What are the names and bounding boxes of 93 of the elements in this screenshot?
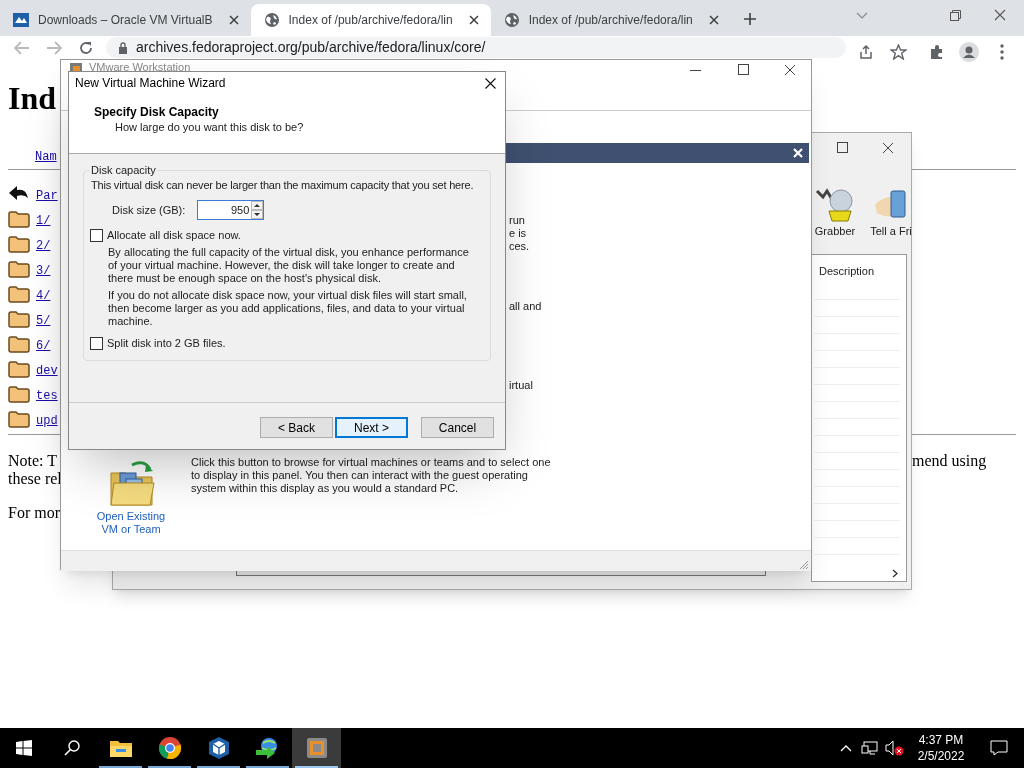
column-header-link[interactable]: Nam bbox=[35, 148, 57, 166]
panel-text: ces. bbox=[509, 240, 530, 253]
tab-title: Index of /pub/archive/fedora/lin bbox=[288, 12, 453, 29]
dialog-button[interactable]: Next > bbox=[335, 417, 408, 438]
panel-text: irtual bbox=[509, 379, 533, 392]
toolbar-label[interactable]: Grabber bbox=[814, 223, 856, 240]
new-tab-icon[interactable] bbox=[742, 12, 757, 26]
clock-date: 2/5/2022 bbox=[917, 748, 965, 764]
column-header[interactable]: Description bbox=[819, 263, 875, 280]
maximize-icon[interactable] bbox=[837, 142, 848, 153]
folder-icon bbox=[8, 234, 30, 254]
folder-icon bbox=[8, 334, 30, 354]
page-heading: Ind bbox=[8, 80, 57, 116]
chrome-icon bbox=[157, 736, 182, 760]
directory-link[interactable]: 1/ bbox=[36, 213, 51, 229]
folder-icon bbox=[8, 259, 30, 279]
taskbar-app[interactable] bbox=[292, 728, 341, 768]
close-icon[interactable] bbox=[708, 15, 719, 25]
browser-tab[interactable]: Downloads – Oracle VM VirtualB bbox=[0, 4, 251, 36]
close-icon[interactable] bbox=[468, 15, 479, 25]
dialog-title: New Virtual Machine Wizard bbox=[75, 75, 226, 92]
checkbox-label[interactable]: Split disk into 2 GB files. bbox=[107, 337, 226, 350]
directory-link[interactable]: tes bbox=[36, 388, 58, 404]
dialog-button[interactable]: < Back bbox=[260, 417, 333, 438]
folder-icon bbox=[8, 209, 30, 229]
folder-icon bbox=[8, 284, 30, 304]
close-icon[interactable] bbox=[228, 15, 239, 25]
menu-icon[interactable] bbox=[1000, 44, 1004, 60]
reload-icon[interactable] bbox=[78, 40, 94, 56]
folder-icon bbox=[8, 359, 30, 379]
note-text: Note: T bbox=[8, 452, 59, 470]
directory-link[interactable]: 6/ bbox=[36, 338, 51, 354]
checkbox[interactable] bbox=[90, 229, 103, 242]
open-existing-link[interactable]: Open Existing VM or Team bbox=[91, 510, 171, 536]
intro-text: This virtual disk can never be larger than the maximum capacity that you set here. bbox=[91, 179, 475, 192]
close-icon[interactable] bbox=[485, 77, 496, 89]
cube-icon bbox=[206, 736, 231, 760]
directory-link[interactable]: 3/ bbox=[36, 263, 51, 279]
dialog-subheading: How large do you want this disk to be? bbox=[114, 120, 305, 135]
browser-tab[interactable]: Index of /pub/archive/fedora/lin bbox=[490, 4, 731, 36]
browser-tab[interactable]: Index of /pub/archive/fedora/lin bbox=[250, 4, 491, 36]
directory-link[interactable]: 2/ bbox=[36, 238, 51, 254]
close-icon[interactable] bbox=[882, 142, 894, 154]
maximize-icon[interactable] bbox=[738, 64, 749, 75]
vmware-icon bbox=[304, 736, 329, 760]
resize-grip-icon[interactable] bbox=[799, 560, 809, 570]
checkbox-label[interactable]: Allocate all disk space now. bbox=[107, 229, 241, 242]
toolbar-label[interactable]: Tell a Fri bbox=[870, 223, 912, 240]
globe-icon bbox=[502, 11, 521, 29]
note-text: these rel bbox=[8, 470, 62, 488]
field-label: Disk size (GB): bbox=[112, 203, 186, 217]
clock[interactable]: 4:37 PM 2/5/2022 bbox=[908, 728, 974, 768]
directory-link[interactable]: dev bbox=[36, 363, 58, 379]
panel-text: run bbox=[509, 214, 525, 227]
profile-icon[interactable] bbox=[959, 42, 979, 62]
star-icon[interactable] bbox=[890, 44, 907, 60]
share-icon[interactable] bbox=[858, 44, 874, 60]
folder-icon bbox=[8, 409, 30, 429]
option-description: By allocating the full capacity of the virtual disk, you enhance performance of your virtual machine. However, the disk will take longer to create and there must be enough space on the host's physical disk. bbox=[107, 246, 470, 285]
close-icon[interactable] bbox=[784, 64, 796, 76]
address-bar[interactable]: archives.fedoraproject.org/pub/archive/fedora/linux/core/ bbox=[106, 37, 846, 58]
directory-link[interactable]: 5/ bbox=[36, 313, 51, 329]
tab-title: Index of /pub/archive/fedora/lin bbox=[528, 12, 693, 29]
folder-icon bbox=[8, 309, 30, 329]
minimize-icon[interactable] bbox=[690, 70, 701, 72]
restore-icon[interactable] bbox=[950, 10, 961, 21]
scroll-right-icon[interactable] bbox=[892, 569, 898, 578]
folder-icon bbox=[8, 384, 30, 404]
directory-link[interactable]: 4/ bbox=[36, 288, 51, 304]
directory-link[interactable]: upd bbox=[36, 413, 58, 429]
tab-title: Downloads – Oracle VM VirtualB bbox=[38, 12, 213, 29]
puzzle-icon[interactable] bbox=[929, 44, 945, 60]
disk-size-spinner[interactable]: 950 bbox=[197, 200, 265, 220]
clock-time: 4:37 PM bbox=[918, 732, 964, 748]
footer-text: For mor bbox=[8, 504, 60, 522]
dialog-heading: Specify Disk Capacity bbox=[94, 105, 220, 120]
file-explorer-icon bbox=[108, 738, 133, 758]
window-title: VMware Workstation bbox=[89, 61, 191, 73]
globe-icon bbox=[262, 11, 281, 29]
panel-text: all and bbox=[509, 300, 542, 313]
group-title: Disk capacity bbox=[89, 164, 158, 177]
caret-icon[interactable] bbox=[856, 12, 868, 20]
virtualbox-icon bbox=[12, 11, 30, 29]
dialog-button[interactable]: Cancel bbox=[421, 417, 494, 438]
url-text: archives.fedoraproject.org/pub/archive/fedora/linux/core/ bbox=[136, 38, 486, 57]
open-folder-icon[interactable] bbox=[108, 459, 158, 509]
checkbox[interactable] bbox=[90, 337, 103, 350]
panel-text: e is bbox=[509, 227, 527, 240]
help-text: Click this button to browse for virtual machines or teams and to select one to display in this panel. You then can interact with the guest operating system within this display as you would a standard PC. bbox=[191, 456, 551, 495]
note-text: mend using bbox=[912, 452, 987, 470]
option-description: If you do not allocate disk space now, your virtual disk files will start small, then become larger as you add applications, files, and data to your virtual machine. bbox=[107, 289, 468, 328]
lock-icon bbox=[118, 41, 128, 54]
directory-link[interactable]: Par bbox=[36, 188, 58, 204]
